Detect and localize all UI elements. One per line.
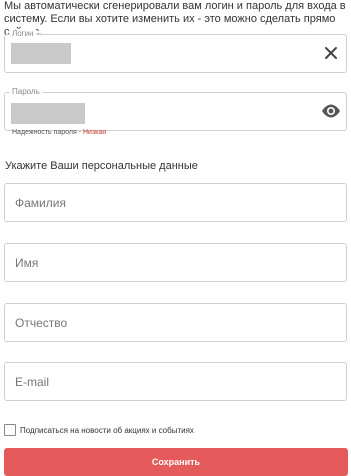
close-icon[interactable] <box>322 44 340 62</box>
save-button[interactable]: Сохранить <box>4 448 348 476</box>
login-value-redacted <box>11 43 71 64</box>
password-strength-label: Надежность пароля - <box>12 129 83 136</box>
subscribe-label[interactable]: Подписаться на новости об акциях и событ… <box>20 426 194 435</box>
subscribe-checkbox[interactable] <box>4 424 16 436</box>
personal-data-title: Укажите Ваши персональные данные <box>5 160 198 172</box>
patronymic-input[interactable] <box>4 303 347 342</box>
login-legend: Логин <box>10 29 36 39</box>
firstname-input[interactable] <box>4 243 347 282</box>
password-strength: Надежность пароля - Низкая <box>12 129 106 136</box>
password-value-redacted <box>11 103 85 124</box>
password-legend: Пароль <box>10 87 42 97</box>
password-field[interactable]: Пароль <box>4 87 347 131</box>
email-input[interactable] <box>4 362 347 401</box>
eye-icon[interactable] <box>321 103 341 119</box>
lastname-input[interactable] <box>4 183 347 222</box>
subscribe-row[interactable]: Подписаться на новости об акциях и событ… <box>4 424 194 436</box>
login-field[interactable]: Логин <box>4 29 347 73</box>
password-strength-value: Низкая <box>83 129 107 136</box>
